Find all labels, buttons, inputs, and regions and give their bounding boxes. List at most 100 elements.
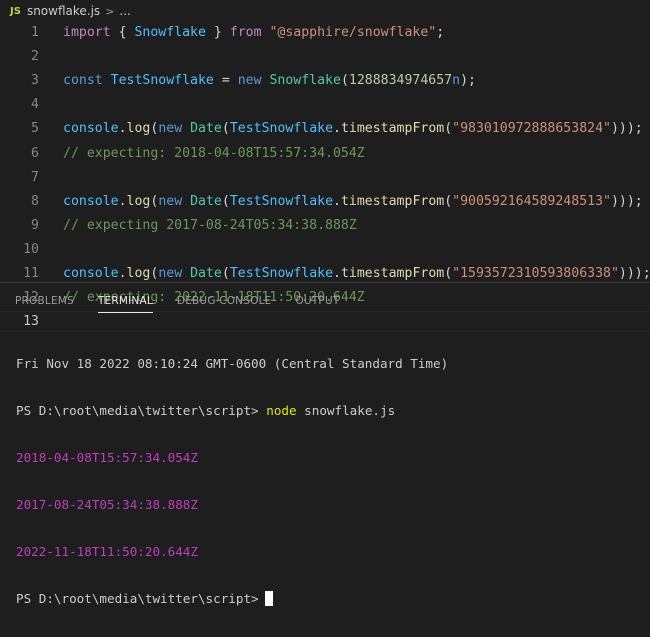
tab-debug-console[interactable]: DEBUG CONSOLE [165, 283, 284, 319]
code-line[interactable]: 3 const TestSnowflake = new Snowflake(128… [0, 70, 650, 91]
code-editor[interactable]: 1 import { Snowflake } from "@sapphire/sn… [0, 22, 650, 333]
code-token: console [63, 121, 119, 137]
tab-terminal[interactable]: TERMINAL [86, 283, 165, 319]
terminal-final-prompt-line: PS D:\root\media\twitter\script> [16, 590, 448, 607]
code-token: ( [444, 193, 453, 209]
line-number: 5 [31, 121, 39, 137]
code-token: console [63, 266, 119, 281]
line-number: 9 [31, 217, 39, 233]
code-text: // expecting 2017-08-24T05:34:38.888Z [63, 215, 357, 236]
code-token: . [333, 193, 341, 209]
code-token: = [213, 73, 238, 89]
code-token: TestSnowflake [110, 73, 214, 89]
line-number: 7 [31, 169, 39, 185]
tab-problems[interactable]: PROBLEMS [0, 283, 86, 319]
code-token: 1288834974657 [348, 73, 453, 89]
code-token: new [237, 73, 262, 89]
code-token: from [229, 25, 262, 40]
line-number: 8 [31, 193, 39, 209]
terminal-cursor[interactable] [264, 591, 273, 606]
code-token: "900592164589248513" [452, 193, 611, 209]
breadcrumb[interactable]: JS snowflake.js > ... [0, 0, 650, 22]
code-token: ( [221, 193, 230, 209]
code-text: console.log(new Date(TestSnowflake.times… [63, 263, 650, 284]
javascript-file-icon: JS [10, 5, 21, 17]
code-token: TestSnowflake [229, 266, 334, 281]
code-token: n [452, 73, 461, 89]
line-number: 6 [31, 145, 39, 161]
code-token: "@sapphire/snowflake" [269, 25, 437, 40]
code-token: log [126, 193, 151, 209]
code-token: TestSnowflake [229, 193, 334, 209]
chevron-right-icon: > [105, 4, 115, 18]
line-number: 2 [31, 49, 39, 65]
code-token: log [126, 266, 151, 281]
tab-output[interactable]: OUTPUT [283, 283, 351, 319]
code-token: ))); [610, 193, 643, 209]
code-token: new [158, 266, 183, 281]
code-token: timestampFrom [340, 266, 445, 281]
line-number: 11 [23, 266, 39, 281]
code-line[interactable]: 7 [0, 167, 650, 188]
line-number: 4 [31, 97, 39, 113]
code-line[interactable]: 11 console.log(new Date(TestSnowflake.tim… [0, 263, 650, 284]
terminal-output-line: 2017-08-24T05:34:38.888Z [16, 497, 198, 512]
code-token: console [63, 193, 119, 209]
code-token: TestSnowflake [229, 121, 334, 137]
terminal-command-node: node [266, 403, 297, 418]
code-token: // expecting 2017-08-24T05:34:38.888Z [63, 217, 357, 233]
code-token: . [118, 266, 127, 281]
terminal-output-line: 2022-11-18T11:50:20.644Z [16, 544, 198, 559]
code-line[interactable]: 10 [0, 239, 650, 260]
terminal-output[interactable]: Fri Nov 18 2022 08:10:24 GMT-0600 (Centr… [16, 325, 448, 637]
code-token: . [333, 121, 341, 137]
code-token: . [118, 193, 127, 209]
code-token: { [110, 25, 135, 40]
code-token: ( [221, 266, 230, 281]
code-line[interactable]: 1 import { Snowflake } from "@sapphire/sn… [0, 22, 650, 43]
code-token: Date [190, 193, 222, 209]
terminal-prompt: PS D:\root\media\twitter\script> [16, 591, 259, 606]
code-token: ( [221, 121, 230, 137]
code-token: ( [340, 73, 349, 89]
code-token: const [63, 73, 103, 89]
code-token: ))); [610, 121, 643, 137]
code-line[interactable]: 9 // expecting 2017-08-24T05:34:38.888Z [0, 215, 650, 236]
code-token: ; [436, 25, 445, 40]
code-line[interactable]: 4 [0, 94, 650, 115]
code-token: timestampFrom [340, 121, 445, 137]
code-token: Date [190, 121, 222, 137]
code-text: console.log(new Date(TestSnowflake.times… [63, 191, 643, 212]
code-line[interactable]: 2 [0, 46, 650, 67]
code-token: . [118, 121, 127, 137]
breadcrumb-file-name[interactable]: snowflake.js [27, 4, 100, 18]
line-number: 3 [31, 73, 39, 89]
code-token: import [63, 25, 111, 40]
code-text: import { Snowflake } from "@sapphire/sno… [63, 22, 444, 43]
terminal-command-line: PS D:\root\media\twitter\script> node sn… [16, 402, 448, 419]
code-text: console.log(new Date(TestSnowflake.times… [63, 118, 643, 139]
code-token: "983010972888653824" [452, 121, 611, 137]
code-token: // expecting: 2018-04-08T15:57:34.054Z [63, 145, 365, 161]
code-token: Date [190, 266, 222, 281]
code-token: timestampFrom [340, 193, 445, 209]
code-token: ); [460, 73, 476, 89]
breadcrumb-more[interactable]: ... [119, 4, 130, 18]
code-token: } [205, 25, 230, 40]
code-line[interactable]: 8 console.log(new Date(TestSnowflake.time… [0, 191, 650, 212]
code-line[interactable]: 5 console.log(new Date(TestSnowflake.time… [0, 118, 650, 139]
code-token: new [158, 121, 183, 137]
code-token: log [126, 121, 151, 137]
line-number: 1 [31, 25, 39, 40]
code-token: ( [444, 121, 453, 137]
panel-tabs: PROBLEMS TERMINAL DEBUG CONSOLE OUTPUT [0, 283, 351, 319]
bottom-panel: PROBLEMS TERMINAL DEBUG CONSOLE OUTPUT Fri … [0, 282, 650, 606]
code-text: // expecting: 2018-04-08T15:57:34.054Z [63, 143, 365, 164]
code-line[interactable]: 6 // expecting: 2018-04-08T15:57:34.054Z [0, 143, 650, 164]
code-token: Snowflake [269, 73, 341, 89]
terminal-prompt: PS D:\root\media\twitter\script> [16, 403, 259, 418]
code-token: ))); [618, 266, 650, 281]
